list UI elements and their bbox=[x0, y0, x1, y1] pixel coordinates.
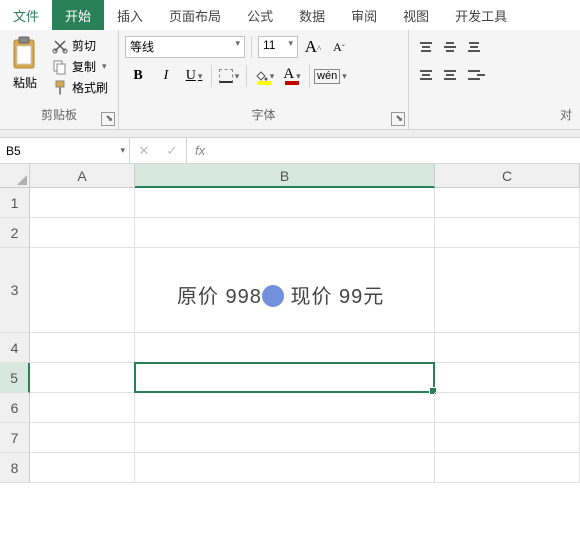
row-head-1[interactable]: 1 bbox=[0, 188, 30, 218]
tab-review[interactable]: 审阅 bbox=[338, 0, 390, 30]
formula-bar: B5▾ ✕ ✓ fx bbox=[0, 138, 580, 164]
group-font: 等线▾ 11▾ A^ Aˇ B I U▾ ▾ ▾ A ▾ bbox=[119, 30, 409, 129]
font-dialog-launcher[interactable]: ⬊ bbox=[391, 112, 405, 126]
cancel-formula-button[interactable]: ✕ bbox=[130, 143, 158, 159]
cell-b1[interactable] bbox=[135, 188, 435, 218]
bold-button[interactable]: B bbox=[125, 64, 151, 88]
font-size-select[interactable]: 11▾ bbox=[258, 36, 298, 58]
loading-icon bbox=[262, 285, 284, 307]
row-head-4[interactable]: 4 bbox=[0, 333, 30, 363]
group-clipboard: 粘贴 剪切 复制▾ 格式刷 剪贴板 ⬊ bbox=[0, 30, 119, 129]
fill-color-swatch bbox=[257, 81, 271, 85]
border-icon bbox=[219, 69, 233, 83]
cell-b3[interactable]: 原价 998 现价 99元 bbox=[135, 248, 435, 333]
cell-c5[interactable] bbox=[435, 363, 580, 393]
ribbon: 粘贴 剪切 复制▾ 格式刷 剪贴板 ⬊ bbox=[0, 30, 580, 130]
spreadsheet-grid: A B C 1 2 3 原价 998 现价 99元 4 5 6 7 8 bbox=[0, 164, 580, 483]
scissors-icon bbox=[52, 38, 68, 54]
align-center-button[interactable] bbox=[439, 64, 461, 86]
cell-a6[interactable] bbox=[30, 393, 135, 423]
cell-b4[interactable] bbox=[135, 333, 435, 363]
tab-view[interactable]: 视图 bbox=[390, 0, 442, 30]
active-cell-border bbox=[134, 362, 435, 393]
cell-a1[interactable] bbox=[30, 188, 135, 218]
border-button[interactable]: ▾ bbox=[216, 64, 242, 88]
underline-button[interactable]: U▾ bbox=[181, 64, 207, 88]
row-head-2[interactable]: 2 bbox=[0, 218, 30, 248]
row-head-5[interactable]: 5 bbox=[0, 363, 30, 393]
col-head-a[interactable]: A bbox=[30, 164, 135, 188]
paste-button[interactable]: 粘贴 bbox=[6, 34, 44, 93]
paste-label: 粘贴 bbox=[13, 74, 37, 91]
font-color-swatch bbox=[285, 81, 299, 85]
cell-c8[interactable] bbox=[435, 453, 580, 483]
font-color-button[interactable]: A ▾ bbox=[279, 64, 305, 88]
select-all-corner[interactable] bbox=[0, 164, 30, 188]
copy-icon bbox=[52, 59, 68, 75]
paste-icon bbox=[10, 36, 40, 72]
fill-color-button[interactable]: ▾ bbox=[251, 64, 277, 88]
font-name-select[interactable]: 等线▾ bbox=[125, 36, 245, 58]
align-right-button[interactable] bbox=[463, 64, 485, 86]
cell-a4[interactable] bbox=[30, 333, 135, 363]
tab-developer[interactable]: 开发工具 bbox=[442, 0, 520, 30]
row-head-7[interactable]: 7 bbox=[0, 423, 30, 453]
cell-c2[interactable] bbox=[435, 218, 580, 248]
align-group-label: 对 bbox=[415, 106, 574, 125]
price-text: 原价 998 现价 99元 bbox=[177, 280, 384, 309]
cell-a8[interactable] bbox=[30, 453, 135, 483]
cell-b7[interactable] bbox=[135, 423, 435, 453]
cell-c3[interactable] bbox=[435, 248, 580, 333]
brush-icon bbox=[52, 80, 68, 96]
clipboard-group-label: 剪贴板 bbox=[6, 106, 112, 125]
clipboard-dialog-launcher[interactable]: ⬊ bbox=[101, 112, 115, 126]
cell-b2[interactable] bbox=[135, 218, 435, 248]
cell-b5[interactable] bbox=[135, 363, 435, 393]
cut-button[interactable]: 剪切 bbox=[48, 36, 112, 55]
cell-c6[interactable] bbox=[435, 393, 580, 423]
tab-home[interactable]: 开始 bbox=[52, 0, 104, 30]
align-left-button[interactable] bbox=[415, 64, 437, 86]
format-painter-button[interactable]: 格式刷 bbox=[48, 78, 112, 97]
row-head-8[interactable]: 8 bbox=[0, 453, 30, 483]
ribbon-tabs: 文件 开始 插入 页面布局 公式 数据 审阅 视图 开发工具 bbox=[0, 0, 580, 30]
increase-font-button[interactable]: A^ bbox=[302, 37, 324, 57]
tab-page-layout[interactable]: 页面布局 bbox=[156, 0, 234, 30]
tab-insert[interactable]: 插入 bbox=[104, 0, 156, 30]
cell-c7[interactable] bbox=[435, 423, 580, 453]
formula-input[interactable] bbox=[213, 138, 580, 163]
col-head-b[interactable]: B bbox=[135, 164, 435, 188]
align-bottom-button[interactable] bbox=[463, 36, 485, 58]
name-box[interactable]: B5▾ bbox=[0, 138, 130, 163]
cell-b8[interactable] bbox=[135, 453, 435, 483]
copy-button[interactable]: 复制▾ bbox=[48, 57, 112, 76]
phonetic-button[interactable]: wén▾ bbox=[314, 64, 347, 88]
cell-a7[interactable] bbox=[30, 423, 135, 453]
row-head-6[interactable]: 6 bbox=[0, 393, 30, 423]
tab-file[interactable]: 文件 bbox=[0, 0, 52, 30]
enter-formula-button[interactable]: ✓ bbox=[158, 143, 186, 159]
row-head-3[interactable]: 3 bbox=[0, 248, 30, 333]
decrease-font-button[interactable]: Aˇ bbox=[328, 40, 350, 55]
tab-data[interactable]: 数据 bbox=[286, 0, 338, 30]
italic-button[interactable]: I bbox=[153, 64, 179, 88]
cell-c4[interactable] bbox=[435, 333, 580, 363]
align-middle-button[interactable] bbox=[439, 36, 461, 58]
group-alignment: 对 bbox=[409, 30, 580, 129]
tab-formulas[interactable]: 公式 bbox=[234, 0, 286, 30]
cell-a3[interactable] bbox=[30, 248, 135, 333]
font-group-label: 字体 bbox=[125, 106, 402, 125]
align-top-button[interactable] bbox=[415, 36, 437, 58]
cell-b6[interactable] bbox=[135, 393, 435, 423]
cell-c1[interactable] bbox=[435, 188, 580, 218]
col-head-c[interactable]: C bbox=[435, 164, 580, 188]
fx-label[interactable]: fx bbox=[187, 143, 213, 158]
cell-a2[interactable] bbox=[30, 218, 135, 248]
cell-a5[interactable] bbox=[30, 363, 135, 393]
